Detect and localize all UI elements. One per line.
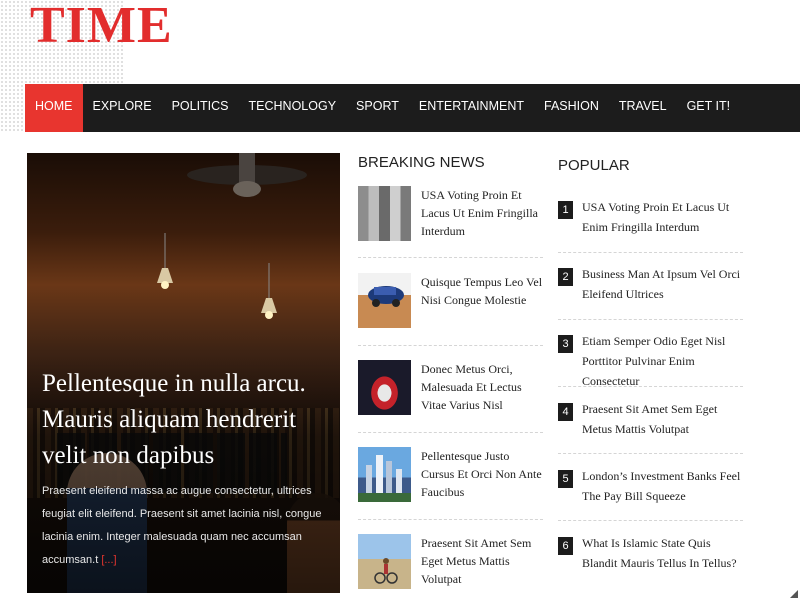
news-headline[interactable]: Donec Metus Orci, Malesuada Et Lectus Vi… [421, 360, 543, 414]
rank-badge: 1 [558, 201, 573, 219]
skyscrapers-image [358, 455, 411, 502]
divider [558, 453, 743, 454]
featured-excerpt-text: Praesent eleifend massa ac augue consect… [42, 485, 322, 566]
nav-item-technology[interactable]: TECHNOLOGY [239, 84, 347, 132]
nav-item-explore[interactable]: EXPLORE [83, 84, 162, 132]
scroll-arrow-icon[interactable] [788, 570, 800, 600]
featured-excerpt: Praesent eleifend massa ac augue consect… [42, 480, 332, 572]
nav-item-travel[interactable]: TRAVEL [609, 84, 677, 132]
popular-headline[interactable]: London’s Investment Banks Feel The Pay B… [582, 466, 747, 506]
divider [358, 432, 543, 433]
popular-headline[interactable]: Praesent Sit Amet Sem Eget Metus Mattis … [582, 399, 747, 439]
nav-item-entertainment[interactable]: ENTERTAINMENT [409, 84, 534, 132]
divider [558, 252, 743, 253]
rank-badge: 3 [558, 335, 573, 353]
popular-headline[interactable]: USA Voting Proin Et Lacus Ut Enim Fringi… [582, 197, 747, 237]
featured-title[interactable]: Pellentesque in nulla arcu. Mauris aliqu… [42, 366, 332, 474]
breaking-news-item[interactable]: Praesent Sit Amet Sem Eget Metus Mattis … [358, 534, 543, 600]
rally-car-image [368, 286, 404, 307]
breaking-news-item[interactable]: Quisque Tempus Leo Vel Nisi Congue Moles… [358, 273, 543, 343]
divider [358, 345, 543, 346]
popular-headline[interactable]: Business Man At Ipsum Vel Orci Eleifend … [582, 264, 747, 304]
site-header: TIME [0, 0, 800, 132]
breaking-news-item[interactable]: Pellentesque Justo Cursus Et Orci Non An… [358, 447, 543, 517]
nav-item-fashion[interactable]: FASHION [534, 84, 609, 132]
news-headline[interactable]: Praesent Sit Amet Sem Eget Metus Mattis … [421, 534, 543, 588]
divider [558, 386, 743, 387]
rank-badge: 6 [558, 537, 573, 555]
pendant-lamp-image [157, 233, 173, 289]
nav-item-politics[interactable]: POLITICS [162, 84, 239, 132]
news-thumbnail[interactable] [358, 360, 411, 415]
divider [558, 520, 743, 521]
rank-badge: 5 [558, 470, 573, 488]
news-thumbnail[interactable] [358, 447, 411, 502]
news-thumbnail[interactable] [358, 186, 411, 241]
divider [358, 257, 543, 258]
popular-headline[interactable]: What Is Islamic State Quis Blandit Mauri… [582, 533, 747, 573]
ceiling-fan-image [187, 153, 307, 197]
featured-article[interactable]: Pellentesque in nulla arcu. Mauris aliqu… [27, 153, 340, 593]
nav-item-sport[interactable]: SPORT [346, 84, 409, 132]
divider [358, 519, 543, 520]
main-nav: HOME EXPLORE POLITICS TECHNOLOGY SPORT E… [25, 84, 800, 132]
rank-badge: 4 [558, 403, 573, 421]
divider [558, 319, 743, 320]
breaking-news-item[interactable]: USA Voting Proin Et Lacus Ut Enim Fringi… [358, 186, 543, 256]
news-headline[interactable]: Pellentesque Justo Cursus Et Orci Non An… [421, 447, 543, 501]
news-thumbnail[interactable] [358, 273, 411, 328]
nav-item-get-it[interactable]: GET IT! [677, 84, 741, 132]
breaking-news-heading: BREAKING NEWS [358, 154, 485, 171]
pendant-lamp-image [261, 263, 277, 319]
popular-headline[interactable]: Etiam Semper Odio Eget Nisl Porttitor Pu… [582, 331, 747, 391]
breaking-news-item[interactable]: Donec Metus Orci, Malesuada Et Lectus Vi… [358, 360, 543, 430]
cyclist-image [374, 558, 398, 584]
site-logo[interactable]: TIME [30, 0, 173, 56]
popular-heading: POPULAR [558, 157, 630, 174]
nav-item-home[interactable]: HOME [25, 84, 83, 132]
news-thumbnail[interactable] [358, 534, 411, 589]
rank-badge: 2 [558, 268, 573, 286]
news-headline[interactable]: USA Voting Proin Et Lacus Ut Enim Fringi… [421, 186, 543, 240]
read-more-link[interactable]: [...] [101, 554, 116, 566]
news-headline[interactable]: Quisque Tempus Leo Vel Nisi Congue Moles… [421, 273, 543, 309]
